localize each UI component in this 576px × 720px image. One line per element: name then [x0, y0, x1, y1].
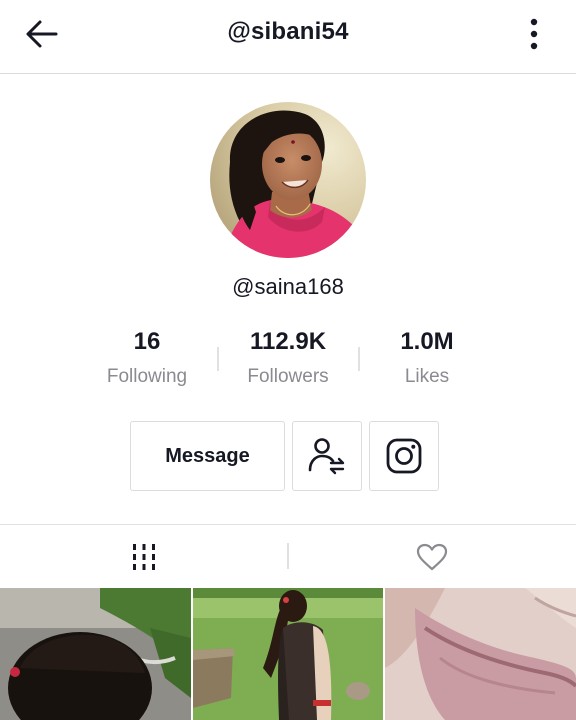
profile-username: @saina168	[232, 274, 344, 299]
stat-likes[interactable]: 1.0M Likes	[352, 328, 502, 388]
video-thumbnail-2[interactable]	[193, 588, 383, 720]
followers-label: Followers	[247, 366, 329, 387]
stat-followers[interactable]: 112.9K Followers	[213, 328, 363, 388]
video-thumbnail-image	[385, 588, 576, 720]
tab-liked[interactable]	[288, 525, 576, 588]
following-label: Following	[106, 366, 188, 387]
avatar[interactable]	[210, 102, 366, 258]
more-vertical-icon	[530, 18, 538, 50]
top-bar: @sibani54	[0, 0, 576, 74]
stat-following[interactable]: 16 Following	[72, 328, 222, 388]
video-thumbnail-3[interactable]	[385, 588, 576, 720]
message-button[interactable]: Message	[130, 421, 285, 491]
video-thumbnail-1[interactable]	[0, 588, 191, 720]
user-swap-icon	[308, 438, 345, 475]
likes-count: 1.0M	[400, 328, 454, 355]
content-tab-bar	[0, 524, 576, 587]
heart-icon	[416, 543, 448, 570]
following-count: 16	[133, 328, 161, 355]
video-thumbnail-image	[0, 588, 191, 720]
video-thumbnail-image	[193, 588, 383, 720]
avatar-photo	[210, 102, 366, 258]
tab-videos[interactable]	[0, 525, 288, 588]
instagram-icon	[386, 438, 422, 474]
follow-button[interactable]	[292, 421, 362, 491]
more-options-button[interactable]	[514, 14, 554, 54]
page-title: @sibani54	[227, 18, 349, 45]
grid-icon	[133, 543, 155, 570]
instagram-button[interactable]	[369, 421, 439, 491]
followers-count: 112.9K	[249, 328, 327, 355]
likes-label: Likes	[404, 366, 450, 387]
